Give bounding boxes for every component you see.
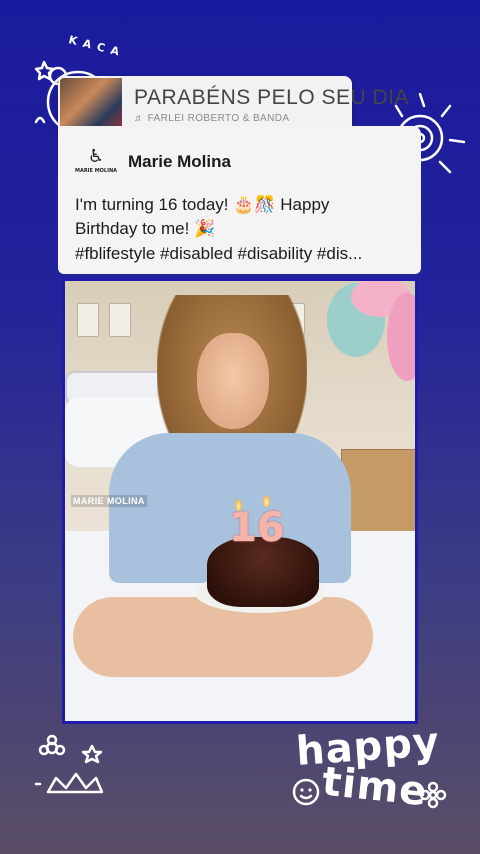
flower-crown-doodle-icon (34, 734, 104, 794)
flower-doodle-icon (419, 781, 447, 809)
post-caption-line2: Birthday to me! 🎉 (75, 219, 216, 238)
song-title: PARABÉNS PELO SEU DIA (134, 86, 410, 109)
page-name[interactable]: Marie Molina (128, 152, 231, 172)
post-hashtags[interactable]: #fblifestyle #disabled #disability #dis.… (75, 242, 410, 266)
wheelchair-icon: ♿ (87, 146, 105, 167)
smiley-doodle-icon (292, 778, 320, 806)
song-artist: ♬ FARLEI ROBERTO & BANDA (134, 113, 289, 124)
girl-face (197, 333, 269, 429)
number-candles: 16 (229, 505, 285, 551)
photo-watermark: MARIE MOLINA (71, 495, 147, 507)
time-sticker-text: time (319, 758, 430, 816)
post-caption: I'm turning 16 today! 🎂🎊 Happy Birthday … (75, 193, 410, 241)
wall-outlet (109, 303, 131, 337)
post-photo[interactable]: 16 MARIE MOLINA (62, 278, 418, 724)
page-logo-label: MARIE MOLINA (74, 168, 118, 174)
wall-outlet (77, 303, 99, 337)
post-caption-line1: I'm turning 16 today! 🎂🎊 Happy (75, 195, 330, 214)
artist-name: FARLEI ROBERTO & BANDA (147, 113, 290, 124)
music-note-icon: ♬ (134, 113, 145, 124)
page-logo: ♿ MARIE MOLINA (75, 146, 117, 178)
